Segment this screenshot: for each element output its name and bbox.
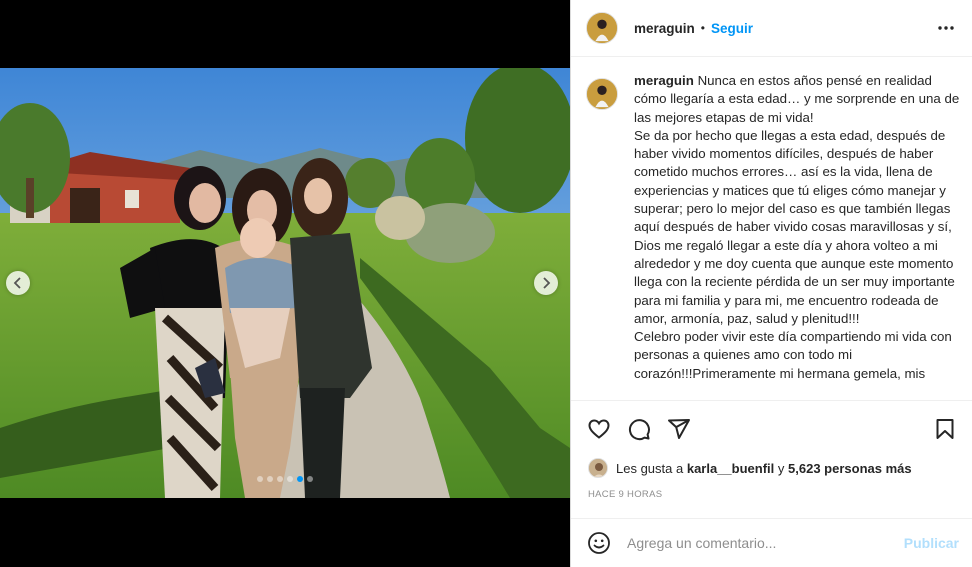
carousel-dot	[307, 476, 313, 482]
action-bar	[571, 401, 972, 457]
likes-summary: Les gusta a karla__buenfil y 5,623 perso…	[588, 458, 912, 478]
photo-illustration	[0, 68, 570, 498]
caption-paragraph: Celebro poder vivir este día compartiend…	[634, 329, 952, 381]
share-button[interactable]	[667, 417, 691, 441]
likes-prefix: Les gusta a	[616, 460, 684, 476]
emoji-icon[interactable]	[587, 531, 611, 555]
previous-slide-button[interactable]	[6, 271, 30, 295]
comment-icon	[628, 419, 650, 441]
avatar-image	[587, 13, 617, 43]
media-pane	[0, 0, 570, 567]
chevron-right-icon	[543, 277, 551, 289]
carousel-dot	[297, 476, 303, 482]
comment-input[interactable]	[627, 535, 904, 551]
publish-button[interactable]: Publicar	[904, 535, 959, 551]
author-avatar[interactable]	[586, 12, 618, 44]
post-timestamp[interactable]: HACE 9 HORAS	[588, 489, 662, 500]
next-slide-button[interactable]	[534, 271, 558, 295]
more-options-button[interactable]	[934, 16, 958, 40]
post-modal: meraguin • Seguir meraguin Nunca en esto…	[0, 0, 972, 567]
likes-connector: y	[777, 460, 785, 476]
carousel-dot	[277, 476, 283, 482]
liker-username[interactable]: karla__buenfil	[687, 461, 774, 476]
follow-button[interactable]: Seguir	[711, 21, 753, 36]
liker-avatar[interactable]	[588, 458, 608, 478]
carousel-dot	[287, 476, 293, 482]
header-separator: •	[700, 21, 705, 35]
avatar-image	[589, 459, 607, 477]
carousel-indicator	[0, 476, 570, 482]
avatar-image	[587, 79, 617, 109]
bookmark-icon	[936, 419, 954, 439]
post-photo[interactable]	[0, 68, 570, 498]
comment-button[interactable]	[627, 417, 651, 441]
comment-composer: Publicar	[571, 518, 972, 567]
post-header: meraguin • Seguir	[571, 0, 972, 57]
like-button[interactable]	[587, 417, 611, 441]
more-dots-icon	[938, 26, 954, 30]
caption-username[interactable]: meraguin	[634, 73, 694, 88]
caption-section: meraguin Nunca en estos años pensé en re…	[586, 72, 966, 398]
post-details-pane: meraguin • Seguir meraguin Nunca en esto…	[570, 0, 972, 567]
caption-text: meraguin Nunca en estos años pensé en re…	[634, 72, 964, 398]
carousel-dot	[267, 476, 273, 482]
actions-section	[571, 400, 972, 457]
likes-count[interactable]: 5,623 personas más	[788, 461, 912, 476]
carousel-dot	[257, 476, 263, 482]
send-icon	[668, 419, 690, 439]
chevron-left-icon	[13, 277, 21, 289]
caption-paragraph: Se da por hecho que llegas a esta edad, …	[634, 127, 955, 326]
author-username[interactable]: meraguin	[634, 21, 695, 36]
caption-avatar[interactable]	[586, 78, 618, 110]
save-button[interactable]	[933, 417, 957, 441]
heart-icon	[588, 419, 610, 439]
